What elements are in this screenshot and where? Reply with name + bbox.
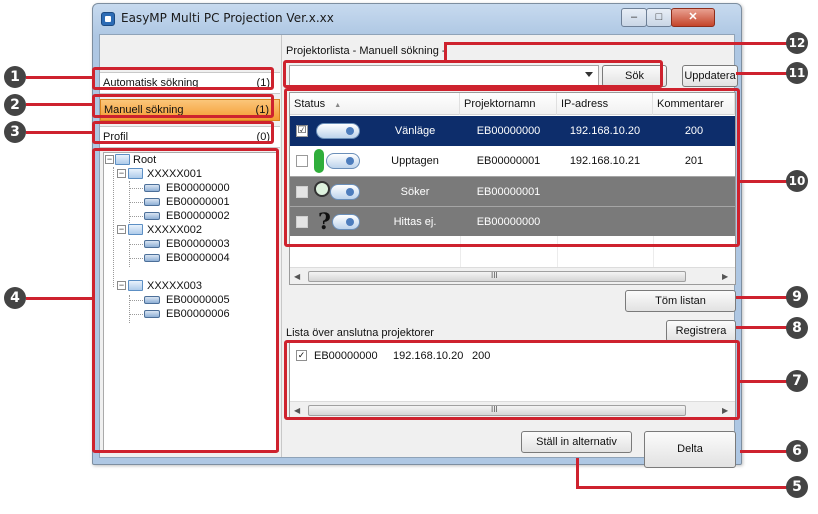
callout-badge: 3: [4, 121, 26, 143]
horizontal-scrollbar[interactable]: ◀ III ▶: [290, 267, 735, 284]
projector-list-title: Projektorlista - Manuell sökning -: [286, 45, 446, 57]
callout-badge: 12: [786, 32, 808, 54]
scroll-left-icon[interactable]: ◀: [294, 272, 300, 281]
minimize-button[interactable]: –: [621, 8, 647, 27]
set-options-button[interactable]: Ställ in alternativ: [521, 431, 632, 453]
highlight-box: [283, 60, 663, 88]
callout-badge: 6: [786, 440, 808, 462]
callout-badge: 1: [4, 66, 26, 88]
maximize-button[interactable]: □: [646, 8, 672, 27]
scroll-right-icon[interactable]: ▶: [722, 272, 728, 281]
highlight-box: [92, 94, 274, 118]
callout-badge: 8: [786, 317, 808, 339]
callout-badge: 10: [786, 170, 808, 192]
callout-badge: 11: [786, 62, 808, 84]
clear-list-button[interactable]: Töm listan: [625, 290, 736, 312]
join-button[interactable]: Delta: [644, 431, 736, 468]
callout-badge: 4: [4, 287, 26, 309]
connected-list-title: Lista över anslutna projektorer: [286, 327, 434, 339]
callout-badge: 2: [4, 94, 26, 116]
title-bar[interactable]: EasyMP Multi PC Projection Ver.x.xx – □ …: [93, 4, 741, 34]
callout-badge: 5: [786, 476, 808, 498]
close-button[interactable]: ✕: [671, 8, 715, 27]
app-icon: [101, 12, 115, 26]
update-button[interactable]: Uppdatera: [682, 65, 738, 87]
highlight-box: [284, 88, 740, 247]
highlight-box: [92, 121, 274, 144]
scrollbar-thumb[interactable]: III: [308, 271, 686, 282]
callout-badge: 7: [786, 370, 808, 392]
window-title: EasyMP Multi PC Projection Ver.x.xx: [121, 11, 334, 25]
highlight-box: [92, 67, 274, 90]
callout-badge: 9: [786, 286, 808, 308]
highlight-box: [284, 340, 740, 420]
highlight-box: [92, 148, 279, 453]
register-button[interactable]: Registrera: [666, 320, 736, 342]
